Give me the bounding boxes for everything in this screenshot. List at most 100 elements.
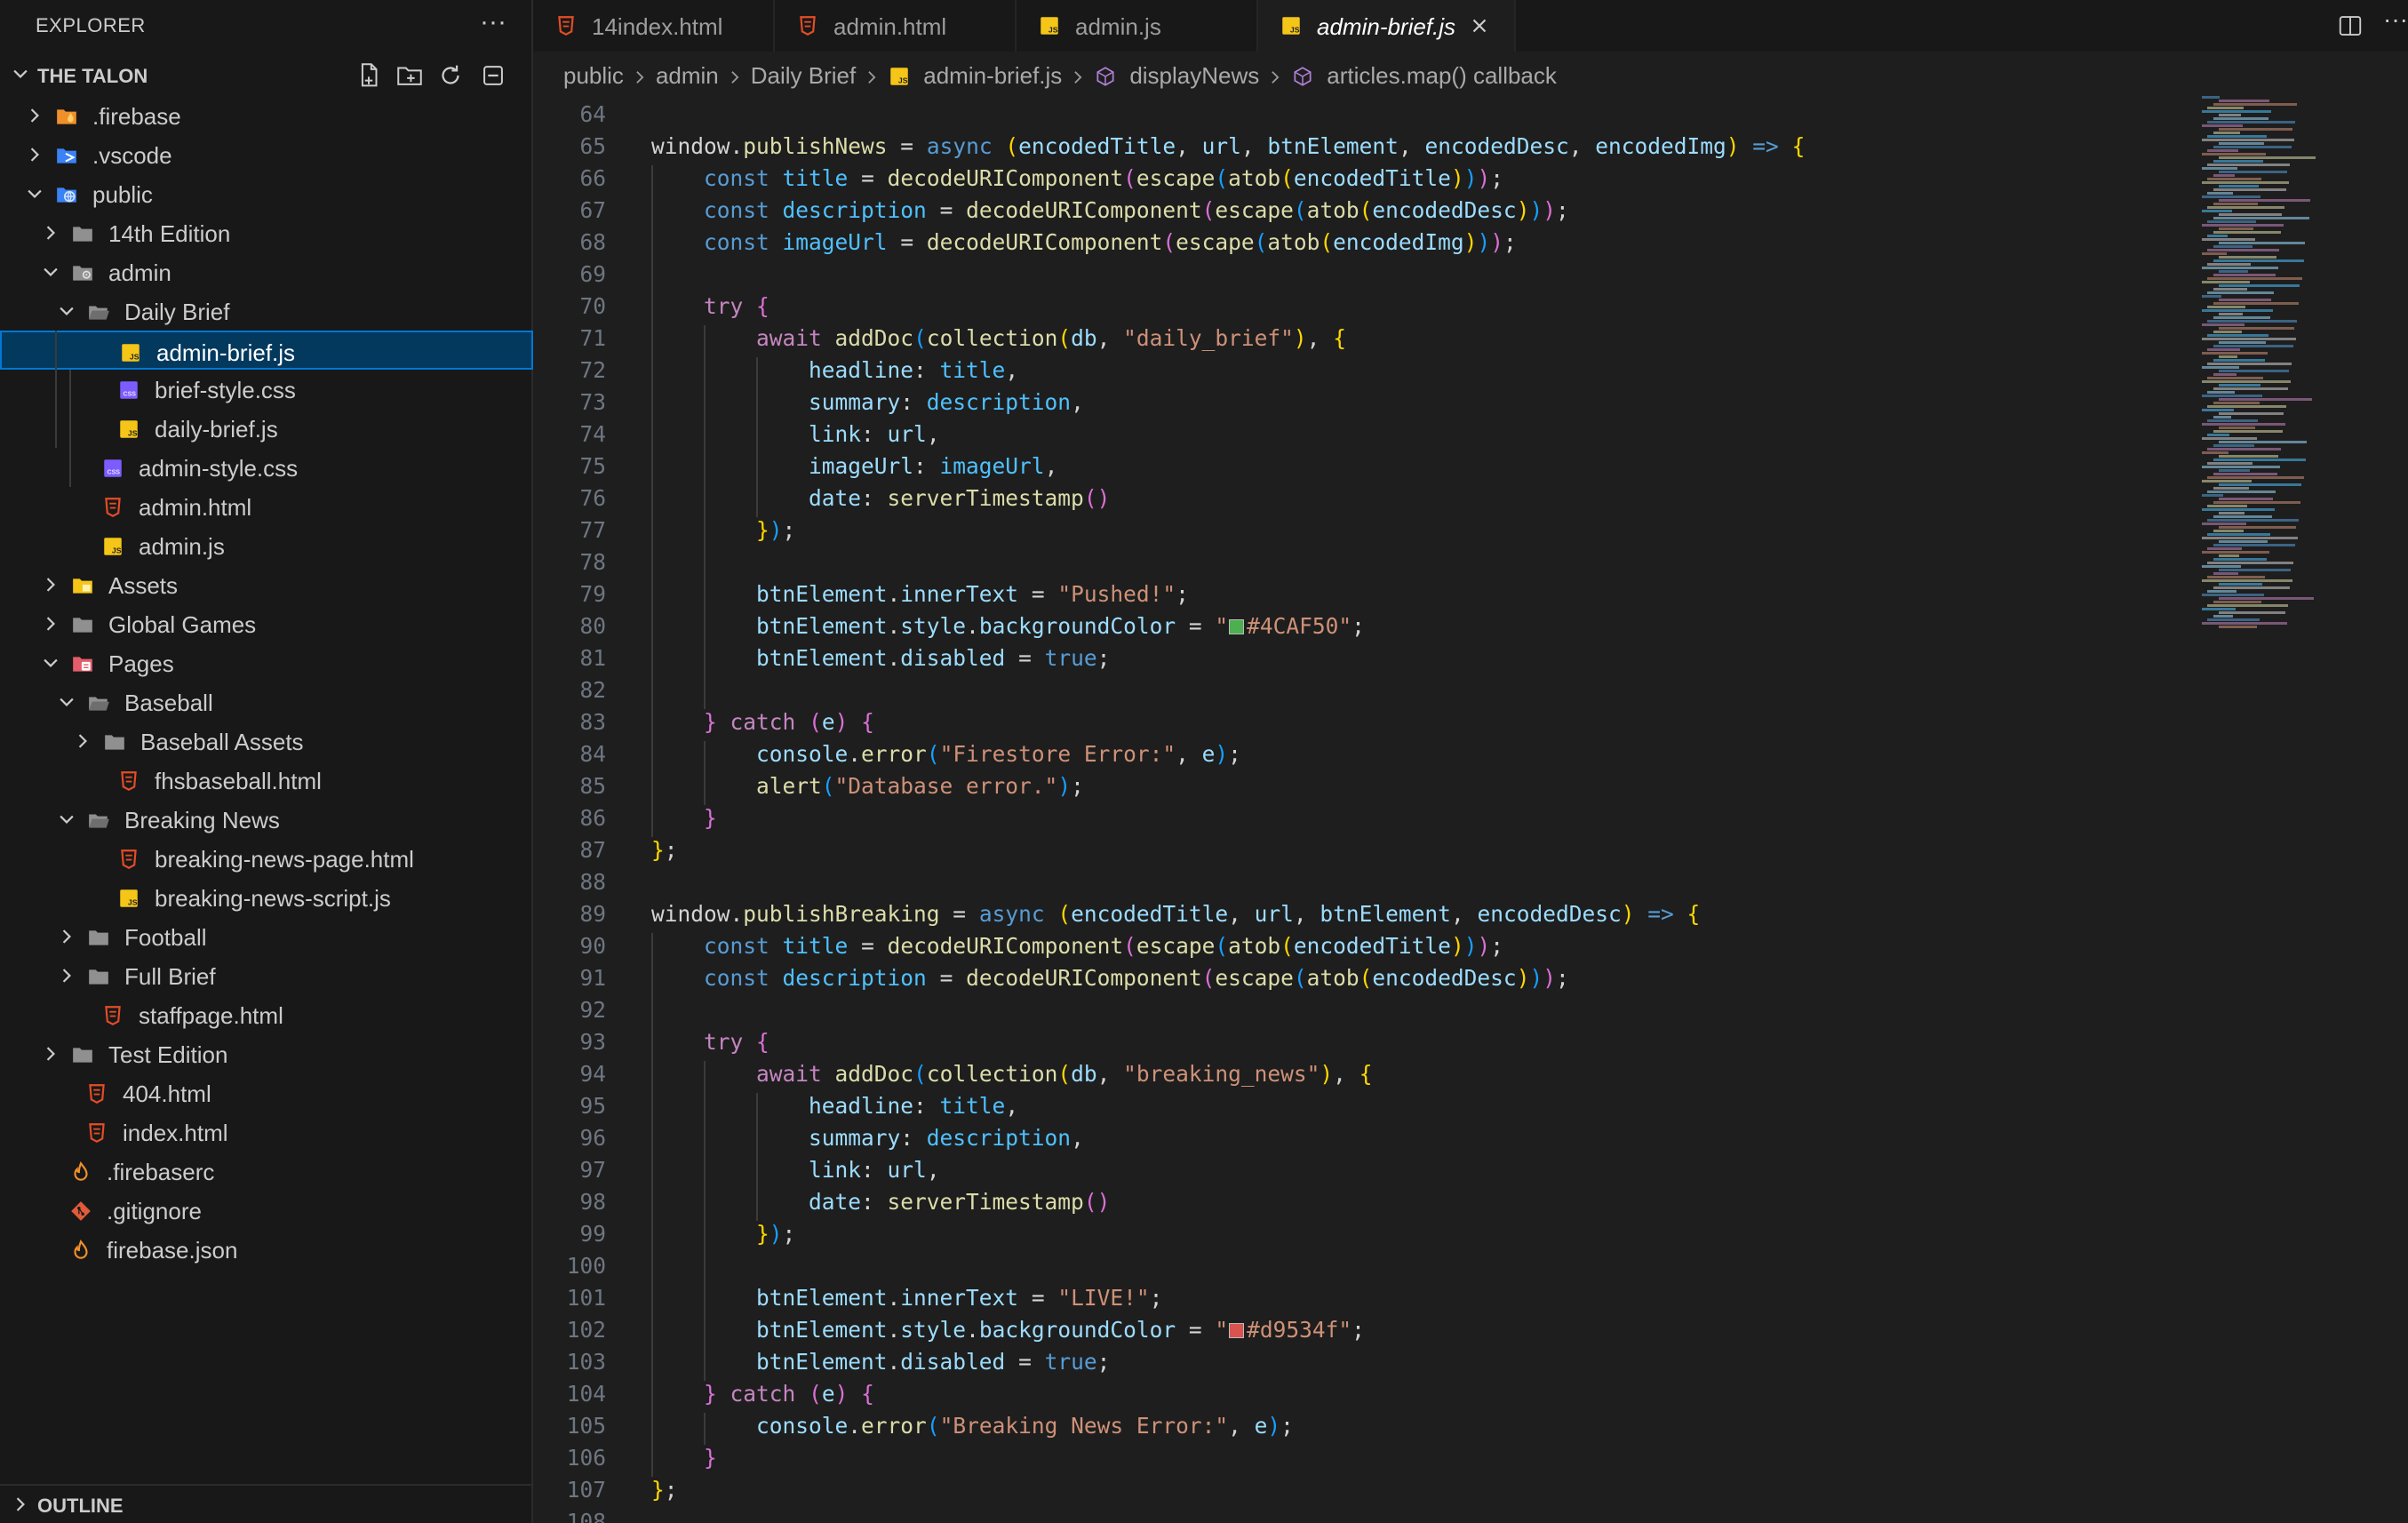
split-editor-icon[interactable] <box>2337 12 2364 39</box>
tab-admin-js[interactable]: JS admin.js <box>1017 0 1258 52</box>
file-item-index-html[interactable]: index.html <box>0 1112 533 1152</box>
file-item-firebase-json[interactable]: firebase.json <box>0 1230 533 1269</box>
code-line[interactable]: 104 } catch (e) { <box>533 1381 2310 1413</box>
color-swatch[interactable] <box>1229 619 1245 634</box>
code-line[interactable]: 93 try { <box>533 1029 2310 1061</box>
code-line[interactable]: 73 summary: description, <box>533 389 2310 421</box>
code-line[interactable]: 71 await addDoc(collection(db, "daily_br… <box>533 325 2310 357</box>
code-line[interactable]: 89 window.publishBreaking = async (encode… <box>533 901 2310 933</box>
code-line[interactable]: 74 link: url, <box>533 421 2310 453</box>
code-line[interactable]: 105 console.error("Breaking News Error:"… <box>533 1413 2310 1445</box>
minimap[interactable] <box>2202 96 2408 629</box>
file-item-admin-brief-js[interactable]: JS admin-brief.js <box>0 331 533 370</box>
folder-item-assets[interactable]: Assets <box>0 565 533 604</box>
file-item-admin-style-css[interactable]: CSS admin-style.css <box>0 448 533 487</box>
code-line[interactable]: 88 <box>533 869 2310 901</box>
file-item-404-html[interactable]: 404.html <box>0 1073 533 1112</box>
outline-section-header[interactable]: OUTLINE <box>0 1484 533 1523</box>
folder-item-14th-edition[interactable]: 14th Edition <box>0 213 533 252</box>
chevron-right-icon[interactable] <box>57 927 76 946</box>
breadcrumb-item[interactable]: admin <box>656 62 719 90</box>
file-item-breaking-news-script-js[interactable]: JS breaking-news-script.js <box>0 878 533 917</box>
code-line[interactable]: 85 alert("Database error."); <box>533 773 2310 805</box>
folder-item-admin[interactable]: admin <box>0 252 533 291</box>
workspace-section-header[interactable]: THE TALON <box>0 60 533 92</box>
code-line[interactable]: 107}; <box>533 1477 2310 1509</box>
code-line[interactable]: 91 const description = decodeURIComponen… <box>533 965 2310 997</box>
code-line[interactable]: 83 } catch (e) { <box>533 709 2310 741</box>
code-line[interactable]: 77 }); <box>533 517 2310 549</box>
folder-item-full-brief[interactable]: Full Brief <box>0 956 533 995</box>
code-line[interactable]: 108 <box>533 1509 2310 1523</box>
chevron-right-icon[interactable] <box>25 145 44 164</box>
tab-admin-html[interactable]: admin.html <box>775 0 1017 52</box>
code-line[interactable]: 78 <box>533 549 2310 581</box>
code-line[interactable]: 97 link: url, <box>533 1157 2310 1189</box>
code-line[interactable]: 65 window.publishNews = async (encodedTit… <box>533 133 2310 165</box>
file-item-staffpage-html[interactable]: staffpage.html <box>0 995 533 1034</box>
breadcrumb-item[interactable]: public <box>563 62 624 90</box>
code-line[interactable]: 103 btnElement.disabled = true; <box>533 1349 2310 1381</box>
chevron-right-icon[interactable] <box>73 731 92 751</box>
folder-item-football[interactable]: Football <box>0 917 533 956</box>
code-line[interactable]: 76 date: serverTimestamp() <box>533 485 2310 517</box>
code-line[interactable]: 79 btnElement.innerText = "Pushed!"; <box>533 581 2310 613</box>
code-line[interactable]: 99 }); <box>533 1221 2310 1253</box>
code-line[interactable]: 84 console.error("Firestore Error:", e); <box>533 741 2310 773</box>
chevron-right-icon[interactable] <box>41 614 60 634</box>
file-item-fhsbaseball-html[interactable]: fhsbaseball.html <box>0 761 533 800</box>
file-item-admin-js[interactable]: JS admin.js <box>0 526 533 565</box>
folder-item-baseball-assets[interactable]: Baseball Assets <box>0 722 533 761</box>
code-line[interactable]: 87}; <box>533 837 2310 869</box>
folder-item-breaking-news[interactable]: Breaking News <box>0 800 533 839</box>
folder-item-daily-brief[interactable]: Daily Brief <box>0 291 533 331</box>
folder-item-baseball[interactable]: Baseball <box>0 682 533 722</box>
chevron-down-icon[interactable] <box>25 184 44 203</box>
file-item-gitignore[interactable]: .gitignore <box>0 1191 533 1230</box>
chevron-down-icon[interactable] <box>57 692 76 712</box>
code-line[interactable]: 64 <box>533 101 2310 133</box>
folder-item-firebase[interactable]: .firebase <box>0 96 533 135</box>
close-icon[interactable] <box>1468 14 1491 37</box>
chevron-right-icon[interactable] <box>57 966 76 985</box>
code-line[interactable]: 80 btnElement.style.backgroundColor = " #… <box>533 613 2310 645</box>
code-line[interactable]: 81 btnElement.disabled = true; <box>533 645 2310 677</box>
code-line[interactable]: 82 <box>533 677 2310 709</box>
code-editor[interactable]: 64 65 window.publishNews = async (encodedT… <box>533 100 2408 1523</box>
chevron-down-icon[interactable] <box>41 653 60 673</box>
code-line[interactable]: 92 <box>533 997 2310 1029</box>
tab-admin-brief-js[interactable]: JS admin-brief.js <box>1258 0 1516 52</box>
code-line[interactable]: 96 summary: description, <box>533 1125 2310 1157</box>
code-line[interactable]: 102 btnElement.style.backgroundColor = "… <box>533 1317 2310 1349</box>
collapse-all-icon[interactable] <box>478 60 508 91</box>
editor-more-actions-button[interactable]: ··· <box>2383 5 2408 34</box>
chevron-down-icon[interactable] <box>57 809 76 829</box>
file-item-firebaserc[interactable]: .firebaserc <box>0 1152 533 1191</box>
file-item-daily-brief-js[interactable]: JS daily-brief.js <box>0 409 533 448</box>
folder-item-global-games[interactable]: Global Games <box>0 604 533 643</box>
code-line[interactable]: 69 <box>533 261 2310 293</box>
code-line[interactable]: 94 await addDoc(collection(db, "breaking… <box>533 1061 2310 1093</box>
new-file-icon[interactable] <box>354 60 384 91</box>
tab-14index-html[interactable]: 14index.html <box>533 0 775 52</box>
chevron-right-icon[interactable] <box>41 575 60 594</box>
breadcrumb-item[interactable]: articles.map() callback <box>1291 62 1557 90</box>
chevron-down-icon[interactable] <box>57 301 76 321</box>
new-folder-icon[interactable] <box>395 60 425 91</box>
code-line[interactable]: 98 date: serverTimestamp() <box>533 1189 2310 1221</box>
color-swatch[interactable] <box>1229 1323 1245 1338</box>
code-line[interactable]: 101 btnElement.innerText = "LIVE!"; <box>533 1285 2310 1317</box>
code-line[interactable]: 86 } <box>533 805 2310 837</box>
chevron-right-icon[interactable] <box>41 223 60 243</box>
code-line[interactable]: 68 const imageUrl = decodeURIComponent(e… <box>533 229 2310 261</box>
breadcrumb-item[interactable]: JS admin-brief.js <box>888 62 1062 90</box>
code-line[interactable]: 70 try { <box>533 293 2310 325</box>
code-line[interactable]: 95 headline: title, <box>533 1093 2310 1125</box>
code-line[interactable]: 106 } <box>533 1445 2310 1477</box>
file-item-brief-style-css[interactable]: CSS brief-style.css <box>0 370 533 409</box>
refresh-icon[interactable] <box>435 60 466 91</box>
chevron-down-icon[interactable] <box>41 262 60 282</box>
code-line[interactable]: 72 headline: title, <box>533 357 2310 389</box>
code-line[interactable]: 75 imageUrl: imageUrl, <box>533 453 2310 485</box>
explorer-more-actions-button[interactable]: ··· <box>480 7 506 37</box>
